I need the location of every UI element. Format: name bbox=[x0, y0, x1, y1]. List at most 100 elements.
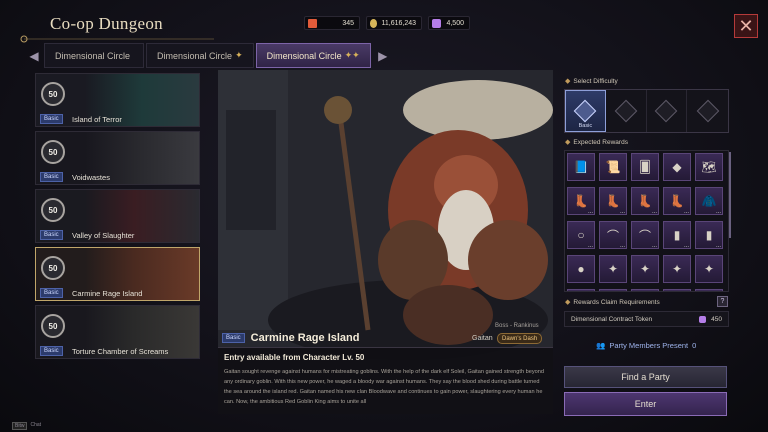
close-button[interactable]: ✕ bbox=[734, 14, 758, 38]
reward-item[interactable]: ✦ bbox=[695, 255, 723, 283]
more-indicator: ... bbox=[651, 243, 657, 249]
difficulty-gem-icon bbox=[614, 99, 637, 123]
diamond-icon: ◆ bbox=[565, 299, 571, 306]
tab-bar: ◀ Dimensional Circle Dimensional Circle … bbox=[24, 43, 393, 68]
reward-item[interactable]: 🧥... bbox=[695, 187, 723, 215]
star-icon: ✦ bbox=[607, 262, 619, 276]
more-indicator: ... bbox=[683, 209, 689, 215]
difficulty-option-locked[interactable] bbox=[606, 90, 647, 132]
tab-dimensional-circle-1[interactable]: Dimensional Circle bbox=[44, 43, 145, 68]
dungeon-item-island-of-terror[interactable]: 50 Basic Island of Terror bbox=[35, 73, 200, 127]
more-indicator: ... bbox=[587, 243, 593, 249]
reward-item[interactable]: ◈ bbox=[631, 289, 659, 291]
difficulty-tag: Basic bbox=[40, 172, 63, 182]
claim-label: Rewards Claim Requirements bbox=[573, 298, 660, 306]
reward-item[interactable]: ◈ bbox=[663, 289, 691, 291]
reward-item[interactable]: ● bbox=[567, 255, 595, 283]
boots-icon: 👢 bbox=[573, 194, 589, 208]
dungeon-list: 50 Basic Island of Terror 50 Basic Voidw… bbox=[35, 73, 200, 363]
requirement-value-group: 450 bbox=[699, 315, 722, 323]
keybind-label: Chat bbox=[30, 422, 42, 428]
game-window: Co-op Dungeon 345 11,616,243 4,500 ✕ ◀ D… bbox=[0, 0, 768, 432]
reward-item[interactable]: ▮... bbox=[695, 221, 723, 249]
reward-item[interactable]: 👢... bbox=[663, 187, 691, 215]
dungeon-name: Voidwastes bbox=[72, 173, 110, 182]
rewards-header: ◆ Expected Rewards bbox=[565, 138, 628, 147]
reward-item[interactable]: ◆ bbox=[663, 153, 691, 181]
difficulty-option-basic[interactable]: Basic bbox=[565, 90, 606, 132]
currency-crystal: 4,500 bbox=[428, 16, 470, 30]
reward-item[interactable]: ⌒... bbox=[631, 221, 659, 249]
reward-item[interactable]: 🂠 bbox=[631, 153, 659, 181]
help-button[interactable]: ? bbox=[717, 296, 728, 307]
level-badge: 50 bbox=[41, 140, 65, 164]
reward-item[interactable]: ▮... bbox=[663, 221, 691, 249]
scroll-icon: 📜 bbox=[605, 160, 621, 174]
difficulty-header: ◆ Select Difficulty bbox=[565, 77, 618, 86]
chevron-right-icon[interactable]: ▶ bbox=[373, 43, 393, 68]
reward-item[interactable]: ○... bbox=[567, 221, 595, 249]
more-indicator: ... bbox=[715, 209, 721, 215]
reward-item[interactable]: ✦ bbox=[599, 255, 627, 283]
find-party-button[interactable]: Find a Party bbox=[564, 366, 727, 388]
description-panel: Entry available from Character Lv. 50 Ga… bbox=[218, 347, 553, 414]
find-party-label: Find a Party bbox=[621, 372, 670, 382]
rewards-scrollbar[interactable] bbox=[729, 152, 731, 238]
dungeon-name: Island of Terror bbox=[72, 115, 122, 124]
difficulty-gem-icon bbox=[655, 99, 678, 123]
reward-item[interactable]: 🗺 bbox=[695, 153, 723, 181]
star-icon: ✦ bbox=[671, 262, 683, 276]
reward-item[interactable]: ✦ bbox=[631, 255, 659, 283]
boss-type-label: Boss - Rankinus bbox=[495, 323, 539, 329]
reward-item[interactable]: ◈ bbox=[599, 289, 627, 291]
reward-item[interactable]: 👢... bbox=[631, 187, 659, 215]
tab-label: Dimensional Circle bbox=[157, 50, 233, 61]
difficulty-tag: Basic bbox=[222, 333, 245, 343]
dungeon-item-torture-chamber[interactable]: 50 Basic Torture Chamber of Screams bbox=[35, 305, 200, 359]
dungeon-title: Carmine Rage Island bbox=[250, 332, 360, 344]
more-indicator: ... bbox=[619, 209, 625, 215]
keybind-key: Bitw bbox=[12, 422, 28, 430]
tab-dimensional-circle-3[interactable]: Dimensional Circle ✦✦ bbox=[255, 43, 371, 68]
currency-bar: 345 11,616,243 4,500 bbox=[304, 15, 470, 31]
requirement-value: 450 bbox=[711, 315, 722, 323]
star-icon: ✦ bbox=[235, 50, 243, 60]
crystal-icon bbox=[432, 18, 441, 28]
reward-item[interactable]: ⌒... bbox=[599, 221, 627, 249]
dungeon-item-carmine-rage-island[interactable]: 50 Basic Carmine Rage Island bbox=[35, 247, 200, 301]
chevron-left-icon[interactable]: ◀ bbox=[24, 43, 44, 68]
currency-silver: 11,616,243 bbox=[366, 16, 422, 30]
gem-icon: ◆ bbox=[672, 160, 682, 174]
book-icon: 📘 bbox=[573, 160, 589, 174]
close-icon: ✕ bbox=[738, 16, 754, 36]
reward-item[interactable]: 👢... bbox=[567, 187, 595, 215]
reward-item[interactable]: ◈ bbox=[567, 289, 595, 291]
crystal-icon bbox=[699, 315, 707, 323]
dungeon-item-voidwastes[interactable]: 50 Basic Voidwastes bbox=[35, 131, 200, 185]
reward-item[interactable]: ◈ bbox=[695, 289, 723, 291]
party-icon: 👥 bbox=[596, 341, 606, 350]
difficulty-tag: Basic bbox=[40, 230, 63, 240]
reward-item[interactable]: 👢... bbox=[599, 187, 627, 215]
dungeon-name: Valley of Slaughter bbox=[72, 231, 135, 240]
difficulty-tag: Basic bbox=[40, 114, 63, 124]
currency-value: 345 bbox=[342, 19, 354, 27]
card-icon: 🂠 bbox=[638, 160, 652, 174]
enter-button[interactable]: Enter bbox=[564, 392, 727, 416]
currency-value: 11,616,243 bbox=[381, 19, 416, 27]
dungeon-item-valley-of-slaughter[interactable]: 50 Basic Valley of Slaughter bbox=[35, 189, 200, 243]
more-indicator: ... bbox=[619, 243, 625, 249]
claim-requirement-row: Dimensional Contract Token 450 bbox=[564, 311, 729, 327]
difficulty-option-locked[interactable] bbox=[687, 90, 728, 132]
currency-stamina: 345 bbox=[304, 16, 360, 30]
tab-dimensional-circle-2[interactable]: Dimensional Circle ✦ bbox=[146, 43, 254, 68]
armor-icon: ▮ bbox=[705, 228, 713, 242]
claim-header: ◆ Rewards Claim Requirements bbox=[565, 298, 660, 307]
enter-label: Enter bbox=[634, 399, 657, 409]
reward-item[interactable]: ✦ bbox=[663, 255, 691, 283]
difficulty-option-locked[interactable] bbox=[647, 90, 688, 132]
reward-item[interactable]: 📜 bbox=[599, 153, 627, 181]
dungeon-description: Gaitan sought revenge against humans for… bbox=[224, 369, 544, 405]
difficulty-gem-icon bbox=[574, 99, 597, 123]
reward-item[interactable]: 📘 bbox=[567, 153, 595, 181]
